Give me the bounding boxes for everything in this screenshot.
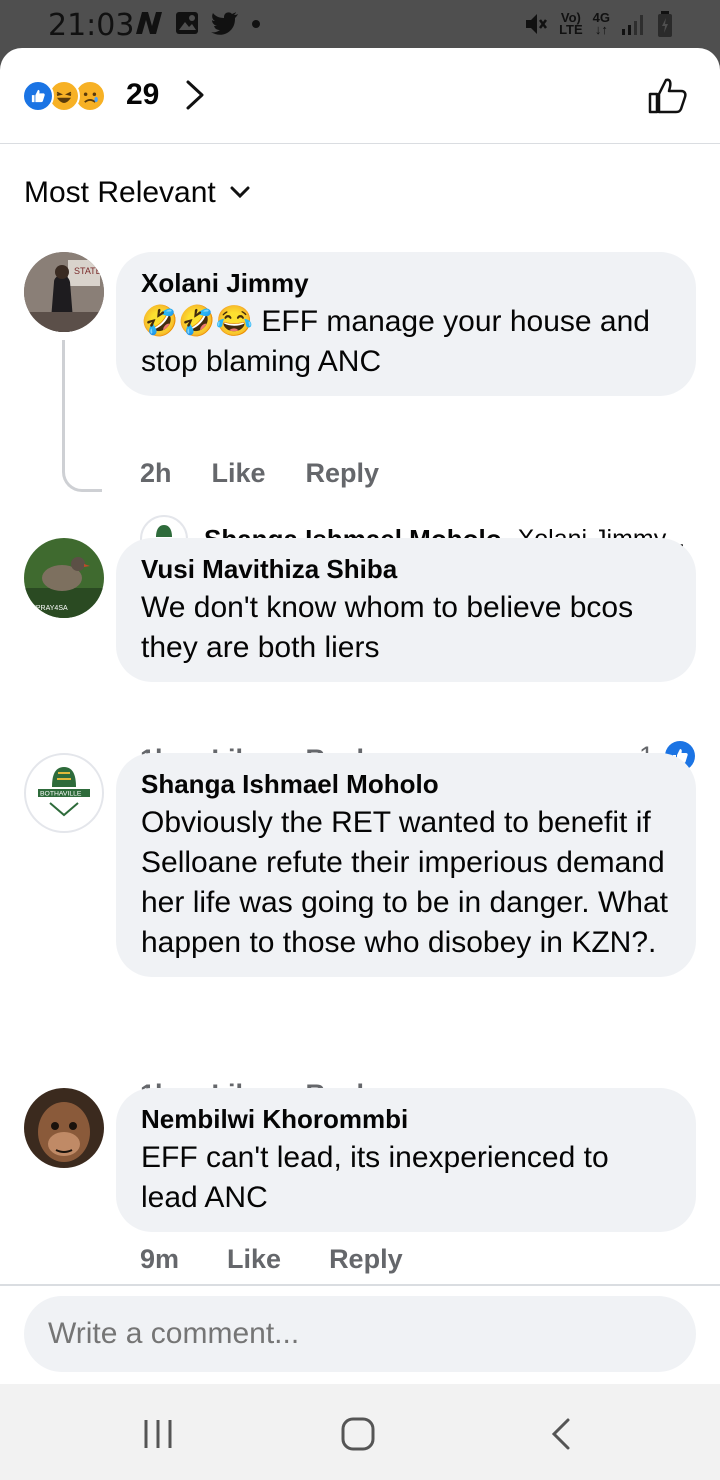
status-bar: 21:03 Vo) LTE 4G ↓↑: [0, 0, 720, 48]
comments-sheet: 29 Most Relevant STATE Xolani Jimmy 🤣🤣😂 …: [0, 48, 720, 1384]
svg-text:STATE: STATE: [74, 266, 102, 276]
twitter-icon: [211, 12, 238, 35]
reply-button[interactable]: Reply: [306, 458, 380, 489]
comment-time[interactable]: 2h: [140, 458, 172, 489]
recent-apps-button[interactable]: [138, 1414, 178, 1454]
chevron-down-icon: [230, 186, 250, 199]
avatar[interactable]: #PRAY4SA: [24, 538, 104, 618]
thread-line: [62, 340, 102, 492]
comment-text: 🤣🤣😂 EFF manage your house and stop blami…: [141, 305, 650, 378]
mute-icon: [526, 14, 548, 34]
sort-dropdown[interactable]: Most Relevant: [24, 176, 250, 210]
back-button[interactable]: [542, 1414, 582, 1454]
battery-icon: [658, 11, 672, 37]
avatar[interactable]: BOTHAVILLE: [24, 753, 104, 833]
comment-author[interactable]: Nembilwi Khorommbi: [141, 1104, 672, 1134]
signal-icon: [622, 15, 643, 35]
avatar[interactable]: STATE: [24, 252, 104, 332]
home-button[interactable]: [338, 1414, 378, 1454]
comment-actions: 9m Like Reply: [140, 1244, 403, 1275]
comment-input[interactable]: [24, 1296, 696, 1372]
comment-text: Obviously the RET wanted to benefit if S…: [141, 806, 668, 959]
comment-author[interactable]: Shanga Ishmael Moholo: [141, 769, 672, 799]
reaction-icons: [22, 80, 122, 112]
like-button[interactable]: Like: [212, 458, 266, 489]
reactions-summary[interactable]: 29: [0, 48, 720, 144]
comment-bubble[interactable]: Vusi Mavithiza Shiba We don't know whom …: [116, 538, 696, 682]
svg-text:#PRAY4SA: #PRAY4SA: [32, 605, 68, 612]
volte-indicator: Vo) LTE: [559, 10, 583, 37]
like-icon: [22, 80, 54, 112]
chevron-right-icon[interactable]: [182, 78, 208, 112]
notification-dot-icon: [252, 20, 260, 28]
network-indicator: 4G ↓↑: [592, 10, 610, 37]
comment-composer: [0, 1284, 720, 1384]
comment-bubble[interactable]: Shanga Ishmael Moholo Obviously the RET …: [116, 753, 696, 977]
sort-label: Most Relevant: [24, 176, 216, 209]
reaction-count: 29: [126, 78, 160, 111]
status-time: 21:03: [48, 8, 135, 43]
comment-author[interactable]: Xolani Jimmy: [141, 268, 672, 298]
comment-bubble[interactable]: Nembilwi Khorommbi EFF can't lead, its i…: [116, 1088, 696, 1232]
comment-text: We don't know whom to believe bcos they …: [141, 591, 634, 664]
reply-button[interactable]: Reply: [329, 1244, 403, 1275]
system-nav-bar: [0, 1384, 720, 1480]
news-app-icon: [136, 12, 162, 34]
svg-text:BOTHAVILLE: BOTHAVILLE: [40, 791, 82, 798]
like-button[interactable]: Like: [227, 1244, 281, 1275]
comment-time[interactable]: 9m: [140, 1244, 179, 1275]
comment-actions: 2h Like Reply: [140, 458, 379, 489]
emoji-icons: 🤣🤣😂: [141, 305, 254, 338]
gallery-icon: [176, 12, 198, 34]
like-post-button[interactable]: [646, 74, 690, 118]
comment-bubble[interactable]: Xolani Jimmy 🤣🤣😂 EFF manage your house a…: [116, 252, 696, 396]
comment-text: EFF can't lead, its inexperienced to lea…: [141, 1141, 609, 1214]
comment-author[interactable]: Vusi Mavithiza Shiba: [141, 554, 672, 584]
avatar[interactable]: [24, 1088, 104, 1168]
